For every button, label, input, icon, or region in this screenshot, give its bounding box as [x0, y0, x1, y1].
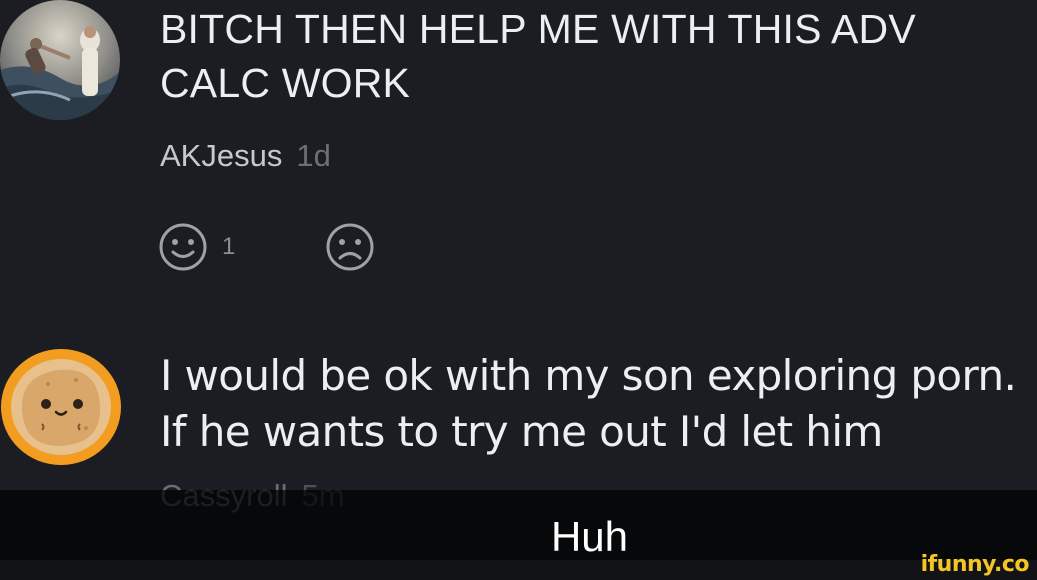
smile-icon [159, 223, 207, 271]
frown-reaction-button[interactable] [325, 222, 375, 272]
like-count: 1 [222, 233, 236, 260]
comment-line: I would be ok with my son exploring porn… [160, 351, 1017, 400]
user-avatar-painting[interactable] [0, 0, 120, 120]
comment-text: I would be ok with my son exploring porn… [160, 348, 1017, 460]
painting-avatar-icon [0, 0, 120, 120]
comment-line: CALC WORK [160, 60, 411, 106]
user-avatar-potato[interactable] [0, 348, 122, 466]
comment-meta: AKJesus 1d [160, 138, 331, 174]
username-link[interactable]: AKJesus [160, 138, 282, 173]
bottom-strip [0, 560, 1037, 580]
watermark-logo: ifunny.co [920, 552, 1030, 577]
caption-text: Huh [550, 513, 629, 560]
comment-line: If he wants to try me out I'd let him [160, 407, 883, 456]
smile-reaction-button[interactable]: 1 [158, 222, 235, 272]
meme-screenshot: BITCH THEN HELP ME WITH THIS ADV CALC WO… [0, 0, 1037, 580]
potato-cartoon-avatar-icon [1, 349, 121, 465]
comment-text: BITCH THEN HELP ME WITH THIS ADV CALC WO… [160, 2, 916, 110]
frown-icon [326, 223, 374, 271]
comment-line: BITCH THEN HELP ME WITH THIS ADV [160, 6, 916, 52]
comment-age: 1d [296, 138, 331, 173]
